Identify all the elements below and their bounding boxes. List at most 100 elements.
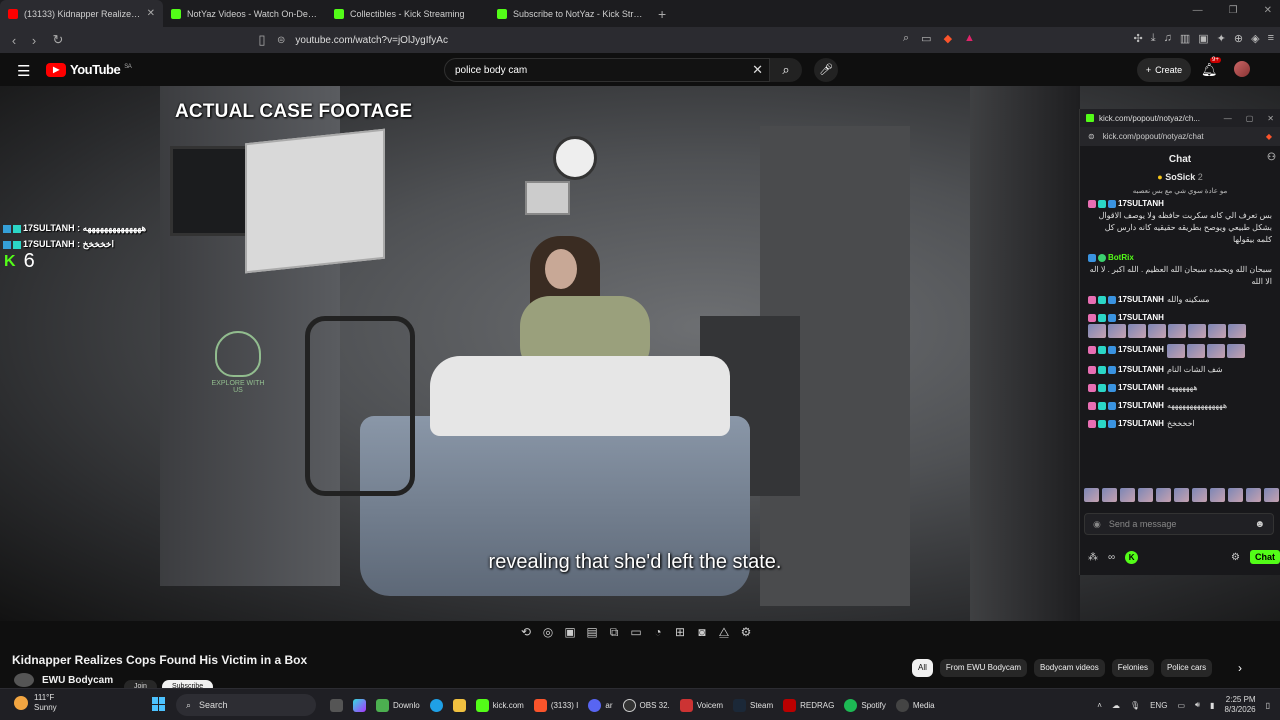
chip-all[interactable]: All (912, 659, 933, 677)
taskbar-app-voicemod[interactable]: Voicem (679, 695, 723, 715)
channel-name[interactable]: EWU Bodycam (42, 675, 113, 686)
chat-username[interactable]: 17SULTANH (1118, 418, 1164, 430)
taskbar-app-media[interactable]: Media (895, 695, 935, 715)
emote-icon[interactable] (1192, 488, 1207, 502)
emote-icon[interactable] (1120, 488, 1135, 502)
taskbar-app-obs[interactable]: OBS 32. (622, 695, 670, 715)
theater-icon[interactable]: ▭ (629, 625, 643, 640)
close-icon[interactable]: ✕ (147, 8, 155, 19)
search-input[interactable]: police body cam ✕ (444, 58, 770, 82)
browser-tab-notyaz-videos[interactable]: NotYaz Videos - Watch On-Demand (163, 0, 326, 27)
popout-address-bar[interactable]: ⊜ kick.com/popout/notyaz/chat ◆ (1080, 127, 1280, 146)
clip-icon[interactable]: ▤ (585, 625, 599, 640)
brave-shield-icon[interactable]: ◆ (1266, 132, 1272, 141)
shield-icon[interactable]: ◈ (1251, 32, 1259, 45)
picture-in-picture-icon[interactable]: ⧉ (607, 625, 621, 640)
onedrive-icon[interactable]: ☁ (1112, 701, 1120, 710)
create-button[interactable]: + Create (1137, 58, 1191, 82)
close-icon[interactable]: ✕ (1267, 114, 1274, 123)
chat-username[interactable]: 17SULTANH (1118, 294, 1164, 306)
chip-police-cars[interactable]: Police cars (1160, 659, 1213, 677)
chat-username[interactable]: 17SULTANH (1118, 364, 1164, 376)
store-icon[interactable] (452, 695, 466, 715)
new-tab-icon[interactable]: + (652, 6, 672, 22)
taskbar-search[interactable]: ⌕ Search (176, 694, 316, 716)
chat-username[interactable]: 17SULTANH (1118, 198, 1164, 210)
brave-shield-icon[interactable]: ◆ (944, 32, 952, 45)
browser-tab-collectibles[interactable]: Collectibles - Kick Streaming (326, 0, 489, 27)
popout-title-bar[interactable]: kick.com/popout/notyaz/ch... — ▢ ✕ (1080, 109, 1280, 127)
chevron-up-icon[interactable]: ˄ (1097, 701, 1102, 710)
back-icon[interactable]: ‹ (4, 33, 24, 48)
voice-search-button[interactable]: 🎤︎ (814, 58, 838, 82)
close-window-icon[interactable]: ✕ (1264, 5, 1272, 16)
windows-start-icon[interactable] (152, 697, 166, 711)
weather-widget[interactable]: 111°F Sunny (14, 693, 57, 713)
minimize-icon[interactable]: — (1193, 5, 1203, 16)
edge-icon[interactable] (429, 695, 443, 715)
taskbar-app-kick[interactable]: kick.com (475, 695, 524, 715)
chat-username[interactable]: 17SULTANH (1118, 400, 1164, 412)
taskbar-app-downloads[interactable]: Downlo (376, 695, 420, 715)
maximize-icon[interactable]: ▢ (1246, 114, 1254, 123)
copilot-icon[interactable] (353, 695, 366, 715)
emoji-picker-icon[interactable]: ☻ (1254, 519, 1265, 530)
zoom-icon[interactable]: ⌕ (903, 32, 909, 45)
taskbar-app-redragon[interactable]: REDRAG (783, 695, 834, 715)
settings-gear-icon[interactable]: ⚙ (739, 625, 753, 640)
battery-icon[interactable]: ▮ (1210, 701, 1214, 710)
avatar[interactable] (1234, 61, 1250, 77)
notifications-bell-icon[interactable]: 🔔︎ (1201, 62, 1218, 78)
kick-coin-icon[interactable]: K (1125, 550, 1139, 564)
vpn-icon[interactable]: ⊕ (1234, 32, 1243, 45)
cast-icon[interactable]: ▭ (921, 32, 931, 45)
infinity-icon[interactable]: ∞ (1108, 552, 1115, 563)
sidebar-icon[interactable]: ▥ (1180, 32, 1190, 45)
maximize-icon[interactable]: ❐ (1229, 5, 1238, 16)
screenshot-icon[interactable]: ▣ (563, 625, 577, 640)
hamburger-menu-icon[interactable]: ☰ (17, 62, 30, 80)
emote-icon[interactable] (1246, 488, 1261, 502)
clear-search-icon[interactable]: ✕ (752, 62, 763, 78)
audio-icon[interactable]: ◎ (541, 625, 555, 640)
emote-icon[interactable] (1210, 488, 1225, 502)
address-bar[interactable]: ⊜ youtube.com/watch?v=jOlJygIfyAc (277, 31, 995, 49)
network-icon[interactable]: ▭ (1177, 701, 1185, 710)
leo-icon[interactable]: ✦ (1217, 32, 1226, 45)
send-message-input[interactable]: ◉ Send a message ☻ (1084, 513, 1274, 535)
speed-icon[interactable]: ◔ (651, 625, 665, 640)
emote-icon[interactable] (1138, 488, 1153, 502)
system-clock[interactable]: 2:25 PM 8/3/2026 (1224, 695, 1255, 715)
microphone-icon[interactable]: 🎙︎ (1130, 701, 1140, 710)
volume-icon[interactable]: 🔊︎ (1195, 700, 1200, 710)
taskbar-app-spotify[interactable]: Spotify (844, 695, 886, 715)
send-chat-button[interactable]: Chat (1250, 550, 1280, 564)
pinned-gifter[interactable]: ● SoSick 2 (1080, 172, 1280, 186)
emote-icon[interactable] (1228, 488, 1243, 502)
menu-icon[interactable]: ≡ (1268, 32, 1274, 45)
search-button[interactable]: ⌕ (770, 58, 802, 82)
taskbar-app-discord[interactable]: ar (588, 695, 613, 715)
site-info-icon[interactable]: ⊜ (277, 35, 285, 46)
chip-from-channel[interactable]: From EWU Bodycam (939, 659, 1028, 677)
media-icon[interactable]: ♫ (1164, 32, 1172, 45)
chat-username[interactable]: 17SULTANH (1118, 312, 1164, 324)
chip-felonies[interactable]: Felonies (1111, 659, 1154, 677)
youtube-logo[interactable]: ▶ YouTube SA (46, 62, 132, 77)
channel-avatar[interactable] (14, 673, 34, 687)
minimize-icon[interactable]: — (1224, 114, 1232, 123)
emote-icon[interactable] (1174, 488, 1189, 502)
loop-icon[interactable]: ⟲ (519, 625, 533, 640)
channel-info[interactable]: EWU Bodycam (14, 673, 113, 687)
emote-icon[interactable] (1156, 488, 1171, 502)
chevron-right-icon[interactable]: › (1238, 661, 1242, 675)
chip-bodycam-videos[interactable]: Bodycam videos (1034, 659, 1105, 677)
language-indicator[interactable]: ENG (1150, 701, 1167, 710)
task-view-icon[interactable] (330, 695, 343, 715)
taskbar-app-brave[interactable]: (3133) I (533, 695, 578, 715)
chat-identity-icon[interactable]: ◉ (1093, 519, 1101, 530)
reload-icon[interactable]: ↻ (48, 32, 68, 48)
chat-username[interactable]: 17SULTANH (1118, 344, 1164, 356)
wallet-icon[interactable]: ▣ (1198, 32, 1208, 45)
emote-icon[interactable] (1264, 488, 1279, 502)
